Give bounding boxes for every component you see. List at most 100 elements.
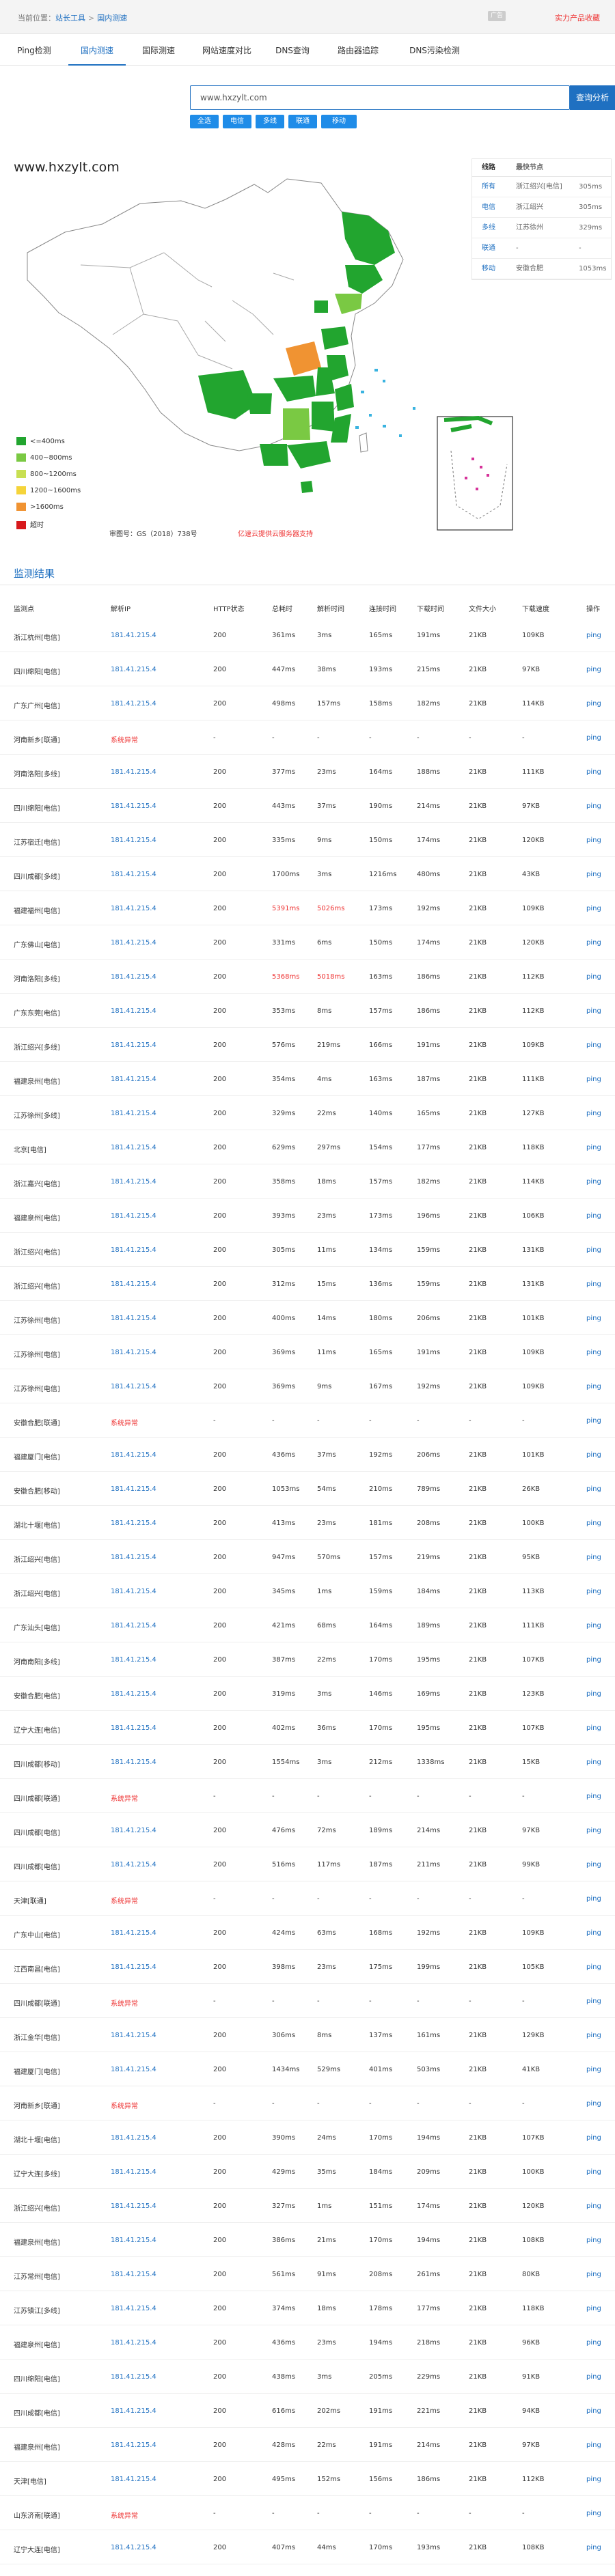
resolved-ip[interactable]: 181.41.215.4	[111, 1759, 156, 1766]
ping-link[interactable]: ping	[586, 1076, 601, 1083]
ping-link[interactable]: ping	[586, 2373, 601, 2381]
ping-link[interactable]: ping	[586, 1929, 601, 1937]
filter-button-4[interactable]: 移动	[321, 115, 357, 128]
resolved-ip[interactable]: 181.41.215.4	[111, 632, 156, 639]
ping-link[interactable]: ping	[586, 1895, 601, 1903]
ping-link[interactable]: ping	[586, 2100, 601, 2108]
ping-link[interactable]: ping	[586, 1417, 601, 1425]
resolved-ip[interactable]: 181.41.215.4	[111, 2441, 156, 2449]
resolved-ip[interactable]: 181.41.215.4	[111, 2168, 156, 2176]
resolved-ip[interactable]: 181.41.215.4	[111, 1007, 156, 1015]
search-input[interactable]: www.hxzylt.com	[190, 85, 570, 110]
ping-link[interactable]: ping	[586, 2476, 601, 2483]
line-name[interactable]: 移动	[482, 259, 495, 279]
resolved-ip[interactable]: 181.41.215.4	[111, 939, 156, 947]
cloud-support-link[interactable]: 亿速云提供云服务器支持	[238, 528, 313, 538]
ping-link[interactable]: ping	[586, 1178, 601, 1186]
resolved-ip[interactable]: 181.41.215.4	[111, 1656, 156, 1664]
ping-link[interactable]: ping	[586, 1656, 601, 1664]
resolved-ip[interactable]: 181.41.215.4	[111, 1110, 156, 1117]
ping-link[interactable]: ping	[586, 871, 601, 878]
resolved-ip[interactable]: 181.41.215.4	[111, 1588, 156, 1595]
ping-link[interactable]: ping	[586, 905, 601, 912]
ping-link[interactable]: ping	[586, 1554, 601, 1561]
resolved-ip[interactable]: 181.41.215.4	[111, 1690, 156, 1698]
breadcrumb-home-link[interactable]: 站长工具	[55, 14, 85, 23]
ping-link[interactable]: ping	[586, 1315, 601, 1322]
resolved-ip[interactable]: 181.41.215.4	[111, 2339, 156, 2347]
resolved-ip[interactable]: 181.41.215.4	[111, 2066, 156, 2073]
ping-link[interactable]: ping	[586, 2339, 601, 2347]
tab-2[interactable]: 国际测速	[126, 36, 191, 66]
breadcrumb-current[interactable]: 国内测速	[97, 14, 127, 23]
ping-link[interactable]: ping	[586, 973, 601, 981]
tab-4[interactable]: DNS查询	[262, 36, 323, 66]
resolved-ip[interactable]: 181.41.215.4	[111, 2202, 156, 2210]
ping-link[interactable]: ping	[586, 2544, 601, 2551]
filter-button-2[interactable]: 多线	[256, 115, 284, 128]
tab-0[interactable]: Ping检测	[0, 36, 68, 66]
ping-link[interactable]: ping	[586, 1041, 601, 1049]
ping-link[interactable]: ping	[586, 1827, 601, 1834]
ping-link[interactable]: ping	[586, 1451, 601, 1459]
resolved-ip[interactable]: 181.41.215.4	[111, 2305, 156, 2312]
resolved-ip[interactable]: 181.41.215.4	[111, 2544, 156, 2551]
tab-1[interactable]: 国内测速	[68, 36, 126, 66]
resolved-ip[interactable]: 181.41.215.4	[111, 1485, 156, 1493]
resolved-ip[interactable]: 181.41.215.4	[111, 2271, 156, 2278]
ping-link[interactable]: ping	[586, 632, 601, 639]
resolved-ip[interactable]: 181.41.215.4	[111, 2407, 156, 2415]
line-name[interactable]: 联通	[482, 238, 495, 259]
ping-link[interactable]: ping	[586, 2305, 601, 2312]
resolved-ip[interactable]: 181.41.215.4	[111, 2032, 156, 2039]
resolved-ip[interactable]: 181.41.215.4	[111, 837, 156, 844]
resolved-ip[interactable]: 181.41.215.4	[111, 1246, 156, 1254]
ping-link[interactable]: ping	[586, 1724, 601, 1732]
ping-link[interactable]: ping	[586, 768, 601, 776]
ping-link[interactable]: ping	[586, 1349, 601, 1356]
ping-link[interactable]: ping	[586, 802, 601, 810]
ping-link[interactable]: ping	[586, 1144, 601, 1151]
search-button[interactable]: 查询分析	[570, 85, 615, 110]
filter-button-0[interactable]: 全选	[190, 115, 219, 128]
ping-link[interactable]: ping	[586, 2271, 601, 2278]
ping-link[interactable]: ping	[586, 1793, 601, 1800]
resolved-ip[interactable]: 181.41.215.4	[111, 802, 156, 810]
resolved-ip[interactable]: 181.41.215.4	[111, 1622, 156, 1629]
resolved-ip[interactable]: 181.41.215.4	[111, 1349, 156, 1356]
resolved-ip[interactable]: 181.41.215.4	[111, 2134, 156, 2142]
ping-link[interactable]: ping	[586, 1246, 601, 1254]
line-name[interactable]: 多线	[482, 218, 495, 238]
filter-button-3[interactable]: 联通	[288, 115, 317, 128]
resolved-ip[interactable]: 181.41.215.4	[111, 1076, 156, 1083]
resolved-ip[interactable]: 181.41.215.4	[111, 1861, 156, 1868]
resolved-ip[interactable]: 181.41.215.4	[111, 1520, 156, 1527]
tab-6[interactable]: DNS污染检测	[394, 36, 476, 66]
ping-link[interactable]: ping	[586, 700, 601, 708]
ping-link[interactable]: ping	[586, 1690, 601, 1698]
ping-link[interactable]: ping	[586, 2407, 601, 2415]
ping-link[interactable]: ping	[586, 1110, 601, 1117]
ping-link[interactable]: ping	[586, 1588, 601, 1595]
resolved-ip[interactable]: 181.41.215.4	[111, 1041, 156, 1049]
tab-5[interactable]: 路由器追踪	[323, 36, 394, 66]
resolved-ip[interactable]: 181.41.215.4	[111, 1451, 156, 1459]
ping-link[interactable]: ping	[586, 2168, 601, 2176]
line-name[interactable]: 电信	[482, 197, 495, 218]
ping-link[interactable]: ping	[586, 1520, 601, 1527]
resolved-ip[interactable]: 181.41.215.4	[111, 1178, 156, 1186]
resolved-ip[interactable]: 181.41.215.4	[111, 1212, 156, 1220]
resolved-ip[interactable]: 181.41.215.4	[111, 2237, 156, 2244]
resolved-ip[interactable]: 181.41.215.4	[111, 1827, 156, 1834]
ping-link[interactable]: ping	[586, 837, 601, 844]
resolved-ip[interactable]: 181.41.215.4	[111, 1144, 156, 1151]
resolved-ip[interactable]: 181.41.215.4	[111, 871, 156, 878]
ping-link[interactable]: ping	[586, 2066, 601, 2073]
resolved-ip[interactable]: 181.41.215.4	[111, 1929, 156, 1937]
tab-3[interactable]: 网站速度对比	[191, 36, 262, 66]
ping-link[interactable]: ping	[586, 2510, 601, 2517]
resolved-ip[interactable]: 181.41.215.4	[111, 1554, 156, 1561]
ping-link[interactable]: ping	[586, 2032, 601, 2039]
resolved-ip[interactable]: 181.41.215.4	[111, 768, 156, 776]
line-name[interactable]: 所有	[482, 177, 495, 197]
